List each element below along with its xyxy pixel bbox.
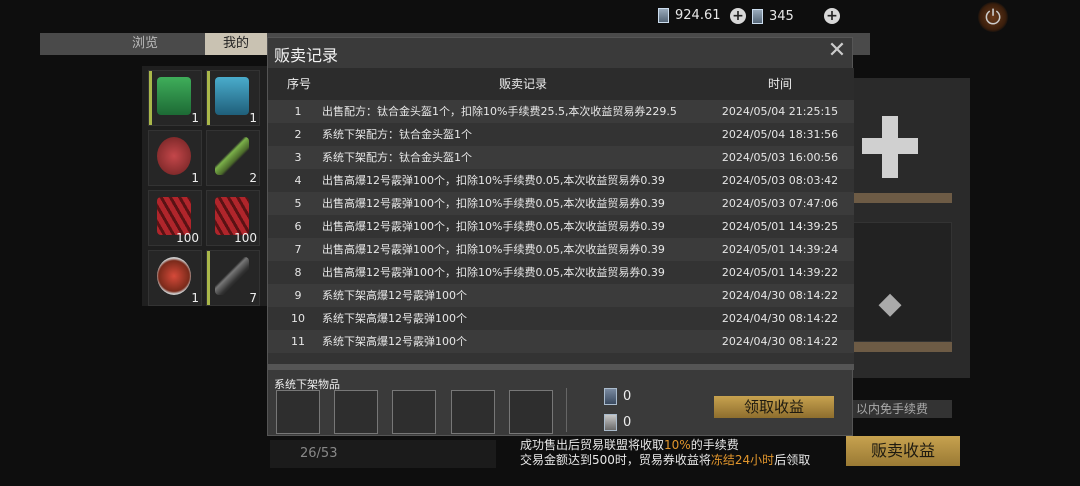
close-icon[interactable]: ✕	[826, 40, 848, 62]
red-ammo-icon	[157, 197, 191, 235]
inventory-slot[interactable]: 1	[206, 70, 260, 126]
table-row: 10 系统下架高爆12号霰弹100个 2024/04/30 08:14:22	[291, 312, 839, 325]
locked-warning-icon: ◆	[878, 286, 902, 321]
top-bar: 924.61 + 345 + ⏻	[0, 0, 1080, 34]
fee-info-line-1: 成功售出后贸易联盟将收取10%的手续费	[520, 438, 739, 452]
food-icon	[157, 257, 191, 295]
delisted-item-slot[interactable]	[276, 390, 320, 434]
table-row: 2 系统下架配方：钛合金头盔1个 2024/05/04 18:31:56	[294, 128, 839, 141]
currency-2-value: 345	[769, 8, 794, 24]
red-ammo-icon	[215, 197, 249, 235]
right-divider-2	[852, 342, 952, 352]
table-header: 序号 贩卖记录 时间	[268, 68, 854, 100]
list-divider	[268, 364, 854, 370]
gold-ticket-income: 0	[604, 388, 631, 405]
add-currency-2[interactable]: +	[824, 8, 840, 24]
delisted-item-slot[interactable]	[392, 390, 436, 434]
table-row: 9 系统下架高爆12号霰弹100个 2024/04/30 08:14:22	[268, 284, 854, 307]
inventory-slot[interactable]: 7	[206, 250, 260, 306]
delisted-item-slot[interactable]	[334, 390, 378, 434]
silver-ticket-income: 0	[604, 414, 631, 431]
table-row: 3 系统下架配方：钛合金头盔1个 2024/05/03 16:00:56	[268, 146, 854, 169]
table-row: 1 出售配方：钛合金头盔1个，扣除10%手续费25.5,本次收益贸易券229.5…	[268, 100, 854, 123]
header-record: 贩卖记录	[498, 77, 547, 91]
inventory-slot[interactable]: 100	[148, 190, 202, 246]
table-row: 4 出售高爆12号霰弹100个，扣除10%手续费0.05,本次收益贸易券0.39…	[294, 174, 839, 187]
header-no: 序号	[286, 77, 311, 91]
sell-income-button[interactable]: 贩卖收益	[846, 436, 960, 466]
inventory-slot[interactable]: 1	[148, 250, 202, 306]
header-time: 时间	[767, 77, 792, 91]
fee-info: 成功售出后贸易联盟将收取10%的手续费 交易金额达到500时，贸易券收益将冻结2…	[520, 438, 810, 468]
inventory-slot[interactable]: 2	[206, 130, 260, 186]
locked-slot[interactable]	[852, 222, 952, 342]
right-divider	[852, 193, 952, 203]
weapon-part-icon	[215, 257, 249, 295]
table-row: 8 出售高爆12号霰弹100个，扣除10%手续费0.05,本次收益贸易券0.39…	[294, 266, 839, 279]
inventory-slot[interactable]: 1	[148, 130, 202, 186]
delisted-item-slot[interactable]	[451, 390, 495, 434]
modal-title: 贩卖记录	[274, 46, 339, 65]
inventory-counter: 26/53	[270, 440, 496, 468]
inventory-grid: 1 1 1 2 100 100 1 7	[142, 66, 270, 306]
currency-1-value: 924.61	[675, 8, 721, 23]
inventory-slot[interactable]: 1	[148, 70, 202, 126]
vertical-divider	[566, 388, 567, 432]
trade-ticket-icon	[604, 388, 617, 405]
trade-ticket-icon	[658, 8, 669, 23]
add-slot-icon[interactable]	[862, 116, 918, 178]
add-currency-1-icon[interactable]: +	[730, 8, 746, 24]
inventory-slot[interactable]: 100	[206, 190, 260, 246]
sales-record-modal: 贩卖记录 ✕ 序号 贩卖记录 时间 1 出售配方：钛合金头盔1个，扣除10%手续…	[267, 37, 854, 436]
claim-income-button[interactable]: 领取收益	[714, 396, 834, 418]
currency-1: 924.61	[658, 8, 721, 23]
add-currency-2-icon[interactable]: +	[824, 8, 840, 24]
table-row: 7 出售高爆12号霰弹100个，扣除10%手续费0.05,本次收益贸易券0.39…	[268, 238, 854, 261]
gem-ticket-icon	[752, 8, 763, 24]
delisted-item-slot[interactable]	[509, 390, 553, 434]
table-row: 5 出售高爆12号霰弹100个，扣除10%手续费0.05,本次收益贸易券0.39…	[268, 192, 854, 215]
blue-pack-icon	[215, 77, 249, 115]
power-icon[interactable]: ⏻	[978, 2, 1008, 32]
tab-mine[interactable]: 我的	[205, 33, 267, 55]
silver-ticket-icon	[604, 414, 617, 431]
meat-icon	[157, 137, 191, 175]
green-pack-icon	[157, 77, 191, 115]
table-row: 6 出售高爆12号霰弹100个，扣除10%手续费0.05,本次收益贸易券0.39…	[294, 220, 839, 233]
fee-free-tip: 以内免手续费	[852, 400, 952, 418]
tab-browse[interactable]: 浏览	[100, 33, 190, 55]
table-row: 11 系统下架高爆12号霰弹100个 2024/04/30 08:14:22	[268, 330, 854, 353]
currency-2: + 345	[730, 8, 794, 24]
fee-info-line-2: 交易金额达到500时，贸易券收益将冻结24小时后领取	[520, 453, 811, 467]
record-list[interactable]: 1 出售配方：钛合金头盔1个，扣除10%手续费25.5,本次收益贸易券229.5…	[268, 100, 854, 366]
syringe-icon	[215, 137, 249, 175]
